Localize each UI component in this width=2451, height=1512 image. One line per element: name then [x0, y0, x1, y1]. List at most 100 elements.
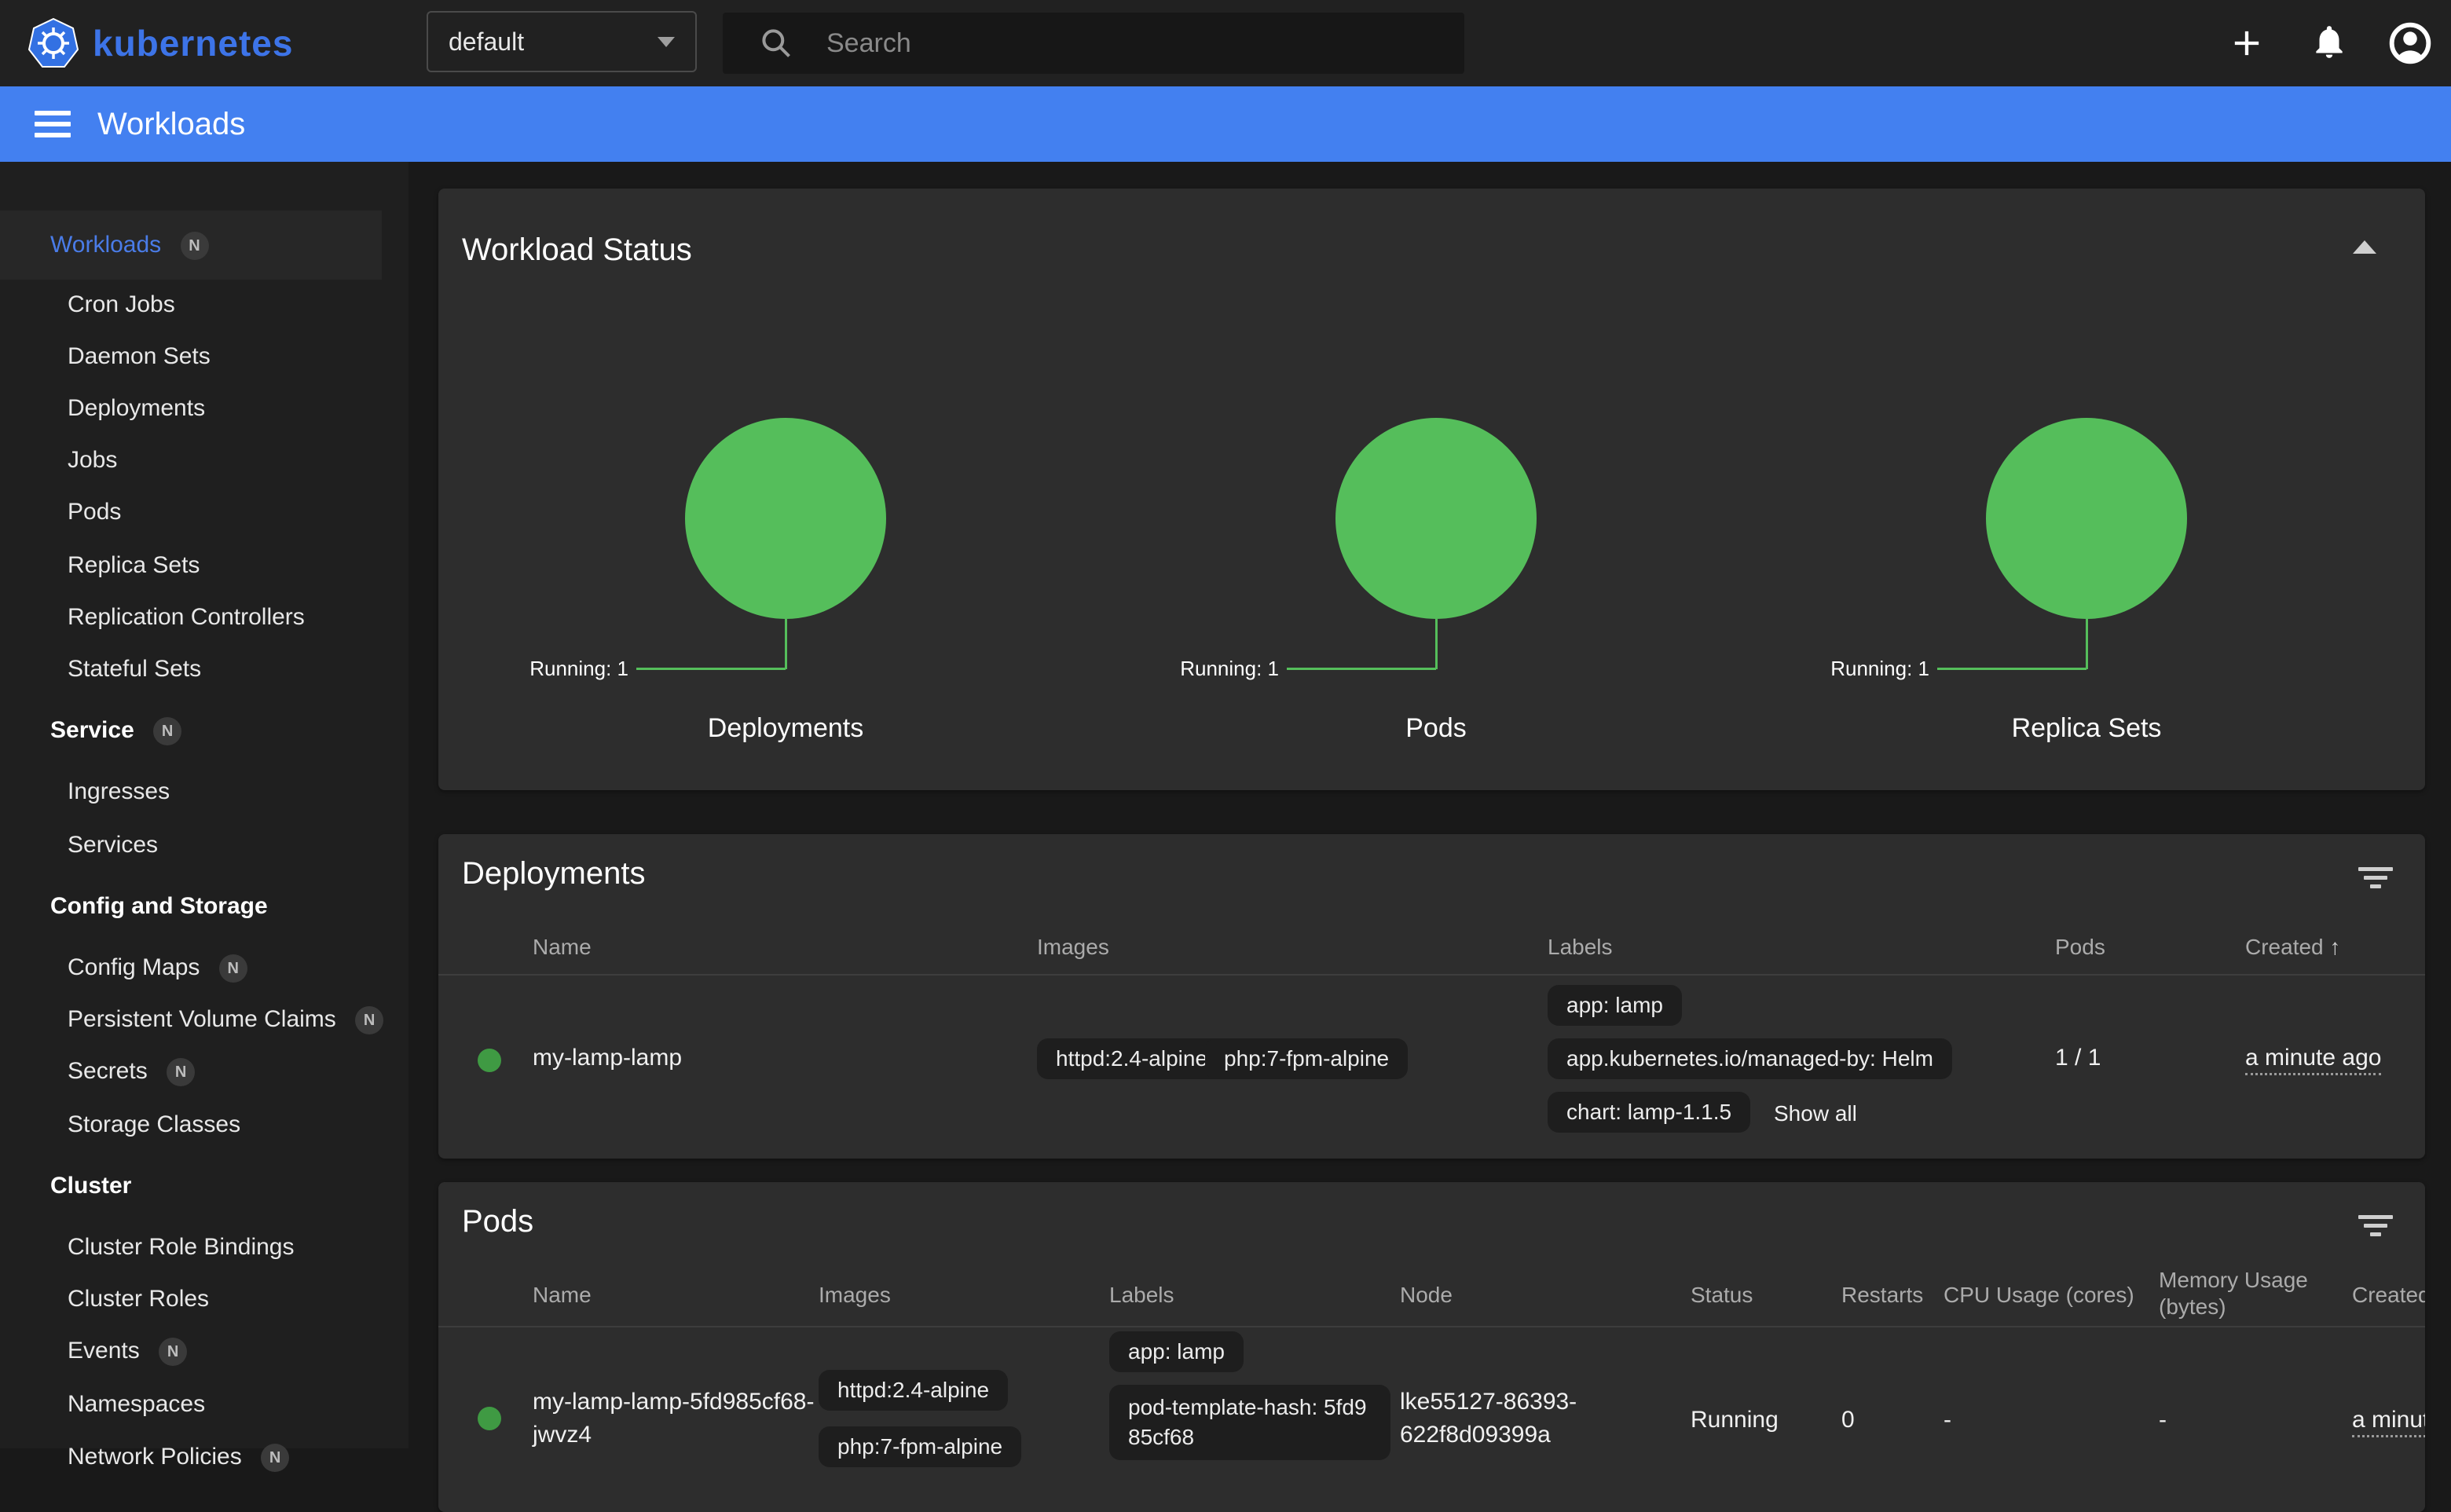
sidebar-item-namespaces[interactable]: Namespaces: [0, 1378, 408, 1430]
sidebar-item-label: Cluster Roles: [68, 1286, 209, 1312]
filter-icon[interactable]: [2357, 1210, 2394, 1241]
table-header-divider: [438, 974, 2425, 976]
sidebar-item-network-policies[interactable]: Network Policies N: [0, 1431, 408, 1483]
sidebar-item-replica-sets[interactable]: Replica Sets: [0, 540, 408, 591]
top-bar: kubernetes default: [0, 0, 2451, 86]
status-ok-dot-icon: [478, 1407, 501, 1430]
sidebar-section-label: Cluster: [50, 1173, 131, 1199]
namespaced-badge: N: [159, 1338, 187, 1366]
column-header-created-sorted[interactable]: Created ↑: [2352, 1283, 2425, 1308]
sidebar-item-replication-controllers[interactable]: Replication Controllers: [0, 591, 408, 643]
column-header-pods[interactable]: Pods: [2055, 935, 2105, 960]
sidebar-item-pods[interactable]: Pods: [0, 486, 408, 538]
column-header-created-sorted[interactable]: Created ↑: [2245, 935, 2340, 960]
label-chip: pod-template-hash: 5fd985cf68: [1109, 1385, 1390, 1460]
sidebar-item-daemon-sets[interactable]: Daemon Sets: [0, 331, 408, 383]
column-header-cpu-usage[interactable]: CPU Usage (cores): [1944, 1283, 2134, 1308]
show-all-labels-link[interactable]: Show all: [1774, 1101, 1857, 1126]
workload-status-title: Workload Status: [462, 232, 692, 268]
column-header-label: Created: [2352, 1283, 2425, 1307]
deployments-pie-chart: [685, 418, 886, 619]
sidebar-item-label: Namespaces: [68, 1391, 205, 1417]
namespace-selected-value: default: [449, 27, 524, 57]
menu-hamburger-icon[interactable]: [35, 104, 71, 144]
sidebar-item-label: Services: [68, 832, 158, 858]
replica-sets-pie-chart: [1986, 418, 2187, 619]
callout-line: [785, 619, 787, 669]
sidebar-item-config-maps[interactable]: Config Maps N: [0, 942, 408, 994]
kubernetes-logo-icon: [28, 18, 79, 68]
filter-icon[interactable]: [2357, 862, 2394, 893]
pod-name-link[interactable]: my-lamp-lamp-5fd985cf68-jwvz4: [533, 1386, 815, 1452]
namespaced-badge: N: [219, 954, 247, 983]
create-new-resource-button[interactable]: [2215, 0, 2278, 86]
deployment-name-link[interactable]: my-lamp-lamp: [533, 1045, 682, 1071]
sidebar-item-label: Cluster Role Bindings: [68, 1234, 294, 1260]
sidebar-item-ingresses[interactable]: Ingresses: [0, 766, 408, 818]
column-header-status[interactable]: Status: [1691, 1283, 1753, 1308]
search-bar[interactable]: [723, 13, 1464, 74]
sidebar-section-label: Config and Storage: [50, 893, 268, 919]
notifications-bell-icon[interactable]: [2298, 0, 2361, 86]
sidebar-section-service[interactable]: Service N: [0, 705, 408, 756]
sidebar-item-secrets[interactable]: Secrets N: [0, 1045, 408, 1097]
pods-pie-chart: [1335, 418, 1537, 619]
sidebar-item-stateful-sets[interactable]: Stateful Sets: [0, 643, 408, 695]
column-header-images[interactable]: Images: [1037, 935, 1109, 960]
label-chip: app: lamp: [1109, 1331, 1244, 1372]
created-timestamp[interactable]: a minute ago: [2245, 1045, 2381, 1071]
deployments-title: Deployments: [462, 856, 645, 891]
label-chip-label: app: lamp: [1109, 1331, 1244, 1372]
collapse-card-icon[interactable]: [2353, 240, 2376, 254]
sidebar-item-label: Daemon Sets: [68, 343, 211, 369]
sort-ascending-icon: ↑: [2329, 935, 2340, 959]
column-header-name[interactable]: Name: [533, 935, 592, 960]
column-header-restarts[interactable]: Restarts: [1841, 1283, 1923, 1308]
sidebar-item-label: Pods: [68, 499, 121, 525]
namespaced-badge: N: [181, 232, 209, 260]
deployments-card: Deployments Name Images Labels Pods Crea…: [438, 834, 2425, 1159]
sidebar-item-jobs[interactable]: Jobs: [0, 434, 408, 486]
sidebar-item-workloads[interactable]: Workloads N: [0, 211, 382, 280]
sidebar-item-storage-classes[interactable]: Storage Classes: [0, 1099, 408, 1151]
callout-line: [1287, 668, 1436, 670]
image-chip: php:7-fpm-alpine: [1205, 1038, 1408, 1079]
pod-status: Running: [1691, 1407, 1779, 1433]
sidebar-item-cluster-roles[interactable]: Cluster Roles: [0, 1273, 408, 1325]
sidebar-item-services[interactable]: Services: [0, 819, 408, 871]
column-header-node[interactable]: Node: [1400, 1283, 1453, 1308]
created-timestamp[interactable]: a minute ago: [2352, 1407, 2425, 1433]
status-ok-dot-icon: [478, 1049, 501, 1072]
sidebar-item-label: Ingresses: [68, 778, 170, 804]
sidebar-item-cron-jobs[interactable]: Cron Jobs: [0, 279, 408, 331]
column-header-labels[interactable]: Labels: [1548, 935, 1613, 960]
column-header-labels[interactable]: Labels: [1109, 1283, 1174, 1308]
sidebar-item-cluster-role-bindings[interactable]: Cluster Role Bindings: [0, 1221, 408, 1273]
label-chip: app: lamp: [1548, 985, 1682, 1026]
pie-chart-title: Pods: [1279, 713, 1593, 744]
node-name: lke55127-86393-622f8d09399a: [1400, 1386, 1643, 1452]
column-header-images[interactable]: Images: [819, 1283, 891, 1308]
column-header-name[interactable]: Name: [533, 1283, 592, 1308]
label-chip-label: pod-template-hash: 5fd985cf68: [1109, 1385, 1390, 1460]
pie-chart-title: Replica Sets: [1929, 713, 2244, 744]
created-relative-time: a minute ago: [2245, 1045, 2381, 1075]
sidebar-item-persistent-volume-claims[interactable]: Persistent Volume Claims N: [0, 994, 408, 1045]
sidebar-item-events[interactable]: Events N: [0, 1325, 408, 1377]
sidebar-item-deployments[interactable]: Deployments: [0, 383, 408, 434]
image-chip: httpd:2.4-alpine: [1037, 1038, 1226, 1079]
column-header-memory-usage[interactable]: Memory Usage (bytes): [2159, 1267, 2347, 1320]
sidebar-section-label: Service: [50, 717, 134, 743]
sidebar-item-label: Config Maps: [68, 954, 200, 980]
workload-status-card: Workload Status Running: 1 Deployments R…: [438, 189, 2425, 790]
pods-title: Pods: [462, 1204, 533, 1239]
label-chip: app.kubernetes.io/managed-by: Helm: [1548, 1038, 1952, 1079]
namespace-selector[interactable]: default: [427, 11, 697, 72]
page-title: Workloads: [97, 107, 245, 142]
search-input[interactable]: [825, 27, 1378, 60]
user-account-icon[interactable]: [2379, 0, 2442, 86]
namespaced-badge: N: [153, 717, 181, 745]
app-bar: Workloads: [0, 86, 2451, 162]
pie-chart-title: Deployments: [628, 713, 943, 744]
image-chip-label: php:7-fpm-alpine: [819, 1426, 1021, 1467]
